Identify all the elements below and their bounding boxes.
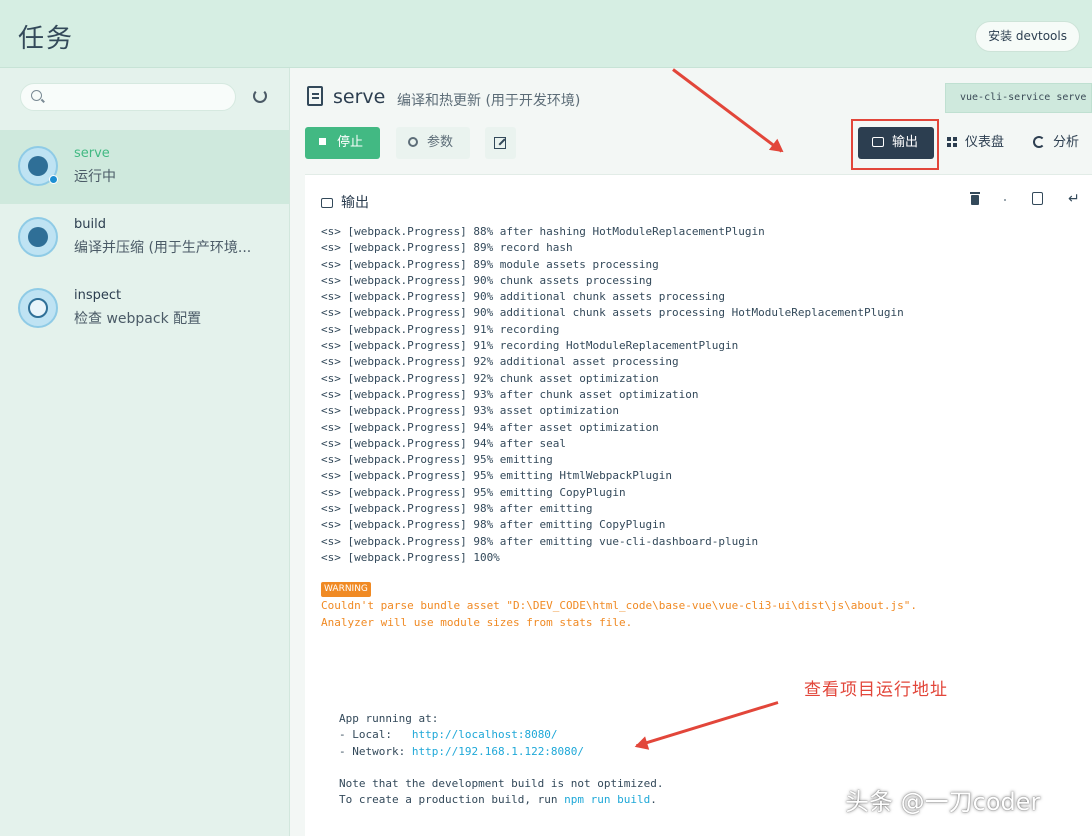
log-line: <s> [webpack.Progress] 91% recording Hot… <box>321 339 739 353</box>
network-url-link[interactable]: http://192.168.1.122:8080/ <box>412 745 584 758</box>
log-line: <s> [webpack.Progress] 89% module assets… <box>321 257 659 271</box>
network-url-row: - Network: http://192.168.1.122:8080/ <box>339 744 664 760</box>
log-line: <s> [webpack.Progress] 92% additional as… <box>321 355 679 369</box>
note-prefix: To create a production build, run <box>339 793 565 807</box>
external-link-icon <box>494 137 506 149</box>
task-name: build <box>74 217 106 232</box>
pie-chart-icon <box>1033 136 1045 148</box>
search-icon <box>31 90 42 101</box>
note-line-2: To create a production build, run npm ru… <box>339 792 664 808</box>
log-line: <s> [webpack.Progress] 100% <box>321 550 500 564</box>
task-title: serve <box>333 86 386 108</box>
log-output: <s> [webpack.Progress] 88% after hashing… <box>321 224 1087 566</box>
separator-dot-icon <box>1004 199 1006 201</box>
open-external-button[interactable] <box>485 127 516 159</box>
log-line: <s> [webpack.Progress] 95% emitting Html… <box>321 469 672 483</box>
log-line: <s> [webpack.Progress] 95% emitting <box>321 453 553 467</box>
task-item-build[interactable]: build 编译并压缩 (用于生产环境... <box>0 201 289 275</box>
task-icon <box>18 217 58 257</box>
highlight-box <box>851 119 939 170</box>
enter-icon[interactable]: ↵ <box>1068 190 1080 208</box>
copy-icon[interactable] <box>1032 192 1043 205</box>
command-chip: vue-cli-service serve <box>945 83 1092 113</box>
stop-label: 停止 <box>337 135 364 150</box>
log-line: <s> [webpack.Progress] 98% after emittin… <box>321 534 759 548</box>
log-line: <s> [webpack.Progress] 94% after seal <box>321 436 567 450</box>
watermark: 头条 @一刀coder <box>845 788 1041 816</box>
refresh-icon[interactable] <box>253 89 267 103</box>
log-line: <s> [webpack.Progress] 88% after hashing… <box>321 225 765 238</box>
task-description: 编译并压缩 (用于生产环境... <box>74 240 252 256</box>
log-line: <s> [webpack.Progress] 91% recording <box>321 322 560 336</box>
task-sidebar: serve 运行中 build 编译并压缩 (用于生产环境... inspect… <box>0 68 290 836</box>
task-item-serve[interactable]: serve 运行中 <box>0 130 289 204</box>
stop-icon <box>319 138 326 145</box>
warning-badge: WARNING <box>321 582 371 597</box>
network-label: - Network: <box>339 744 412 758</box>
tab-dashboard-label: 仪表盘 <box>965 135 1005 150</box>
log-line: <s> [webpack.Progress] 90% additional ch… <box>321 290 725 304</box>
log-line: <s> [webpack.Progress] 90% additional ch… <box>321 306 904 320</box>
annotation-arrow-to-output <box>672 68 783 153</box>
output-panel-title: 输出 <box>321 192 369 212</box>
clear-log-icon[interactable] <box>970 192 980 205</box>
note-line-1: Note that the development build is not o… <box>339 777 664 791</box>
annotation-text: 查看项目运行地址 <box>804 680 948 700</box>
dashboard-icon <box>946 136 957 147</box>
task-item-inspect[interactable]: inspect 检查 webpack 配置 <box>0 272 289 346</box>
task-name: inspect <box>74 288 122 303</box>
tab-dashboard[interactable]: 仪表盘 <box>946 127 1016 159</box>
task-description: 运行中 <box>74 169 116 185</box>
install-devtools-button[interactable]: 安装 devtools <box>975 21 1080 52</box>
app-running-label: App running at: <box>339 712 439 725</box>
log-line: <s> [webpack.Progress] 95% emitting Copy… <box>321 485 626 499</box>
log-line: <s> [webpack.Progress] 98% after emittin… <box>321 502 593 516</box>
search-input[interactable] <box>49 87 229 107</box>
local-url-link[interactable]: http://localhost:8080/ <box>412 728 558 741</box>
log-line: <s> [webpack.Progress] 92% chunk asset o… <box>321 371 659 385</box>
magnifier-task-icon <box>18 288 58 328</box>
warning-text: Couldn't parse bundle asset "D:\DEV_CODE… <box>321 599 918 629</box>
log-line: <s> [webpack.Progress] 98% after emittin… <box>321 518 666 532</box>
clipboard-icon <box>307 86 323 106</box>
search-box[interactable] <box>20 83 236 111</box>
output-panel: 输出 ↵ <s> [webpack.Progress] 88% after ha… <box>305 174 1092 836</box>
tab-analyze-label: 分析 <box>1053 135 1080 150</box>
npm-run-build-command: npm run build <box>564 793 651 807</box>
output-title-label: 输出 <box>341 195 369 211</box>
params-button[interactable]: 参数 <box>396 127 470 159</box>
task-subtitle: 编译和热更新 (用于开发环境) <box>397 93 581 109</box>
log-line: <s> [webpack.Progress] 93% after chunk a… <box>321 387 699 401</box>
params-label: 参数 <box>427 135 454 150</box>
monitor-icon <box>321 198 333 208</box>
top-bar: 任务 安装 devtools <box>0 0 1092 68</box>
local-label: - Local: <box>339 728 412 742</box>
local-url-row: - Local: http://localhost:8080/ <box>339 727 664 743</box>
log-line: <s> [webpack.Progress] 90% chunk assets … <box>321 273 653 287</box>
gear-icon <box>408 137 418 147</box>
log-line: <s> [webpack.Progress] 93% asset optimiz… <box>321 404 620 418</box>
stop-button[interactable]: 停止 <box>305 127 380 159</box>
page-title: 任务 <box>18 24 75 54</box>
running-status-dot <box>49 175 58 184</box>
task-name: serve <box>74 146 110 161</box>
run-info: App running at: - Local: http://localhost… <box>339 711 664 809</box>
tab-analyze[interactable]: 分析 <box>1033 127 1092 159</box>
note-suffix: . <box>650 793 657 807</box>
task-description: 检查 webpack 配置 <box>74 311 202 327</box>
log-line: <s> [webpack.Progress] 89% record hash <box>321 241 573 255</box>
log-line: <s> [webpack.Progress] 94% after asset o… <box>321 420 659 434</box>
